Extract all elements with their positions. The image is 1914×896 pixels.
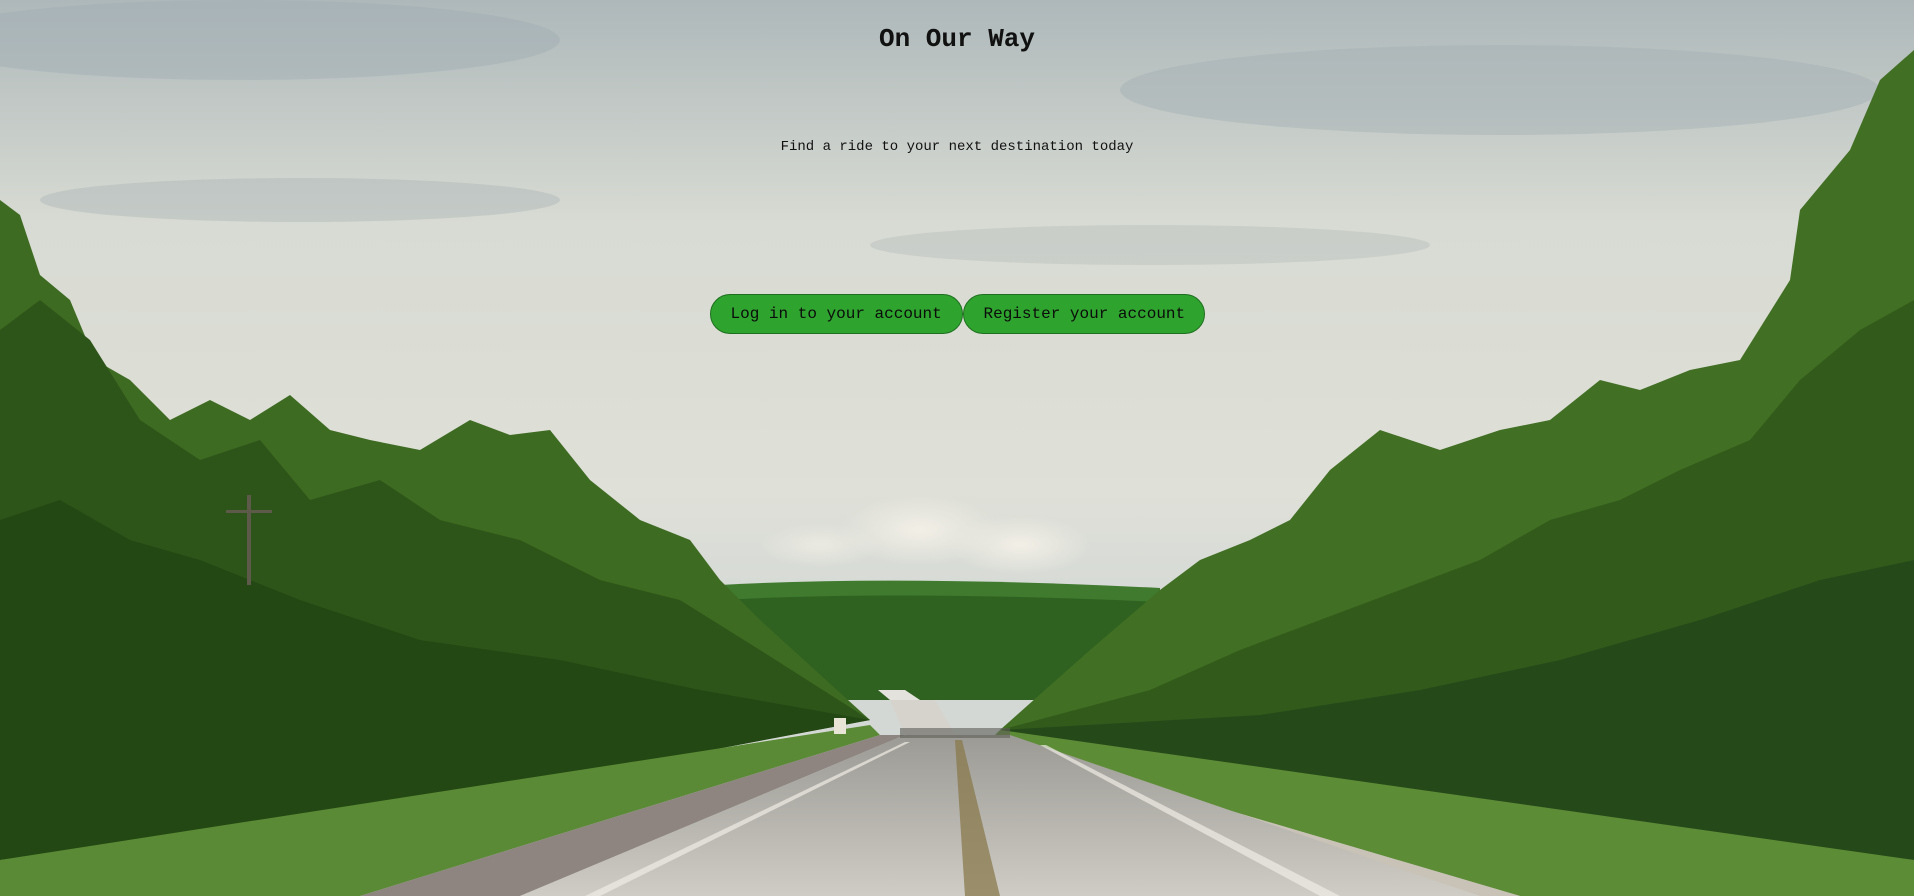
background-road-landscape: [0, 0, 1914, 896]
auth-actions: Log in to your account Register your acc…: [0, 294, 1914, 334]
login-button[interactable]: Log in to your account: [709, 294, 963, 334]
register-button[interactable]: Register your account: [962, 294, 1205, 334]
page-title: On Our Way: [878, 24, 1036, 54]
tagline: Find a ride to your next destination tod…: [780, 139, 1134, 155]
